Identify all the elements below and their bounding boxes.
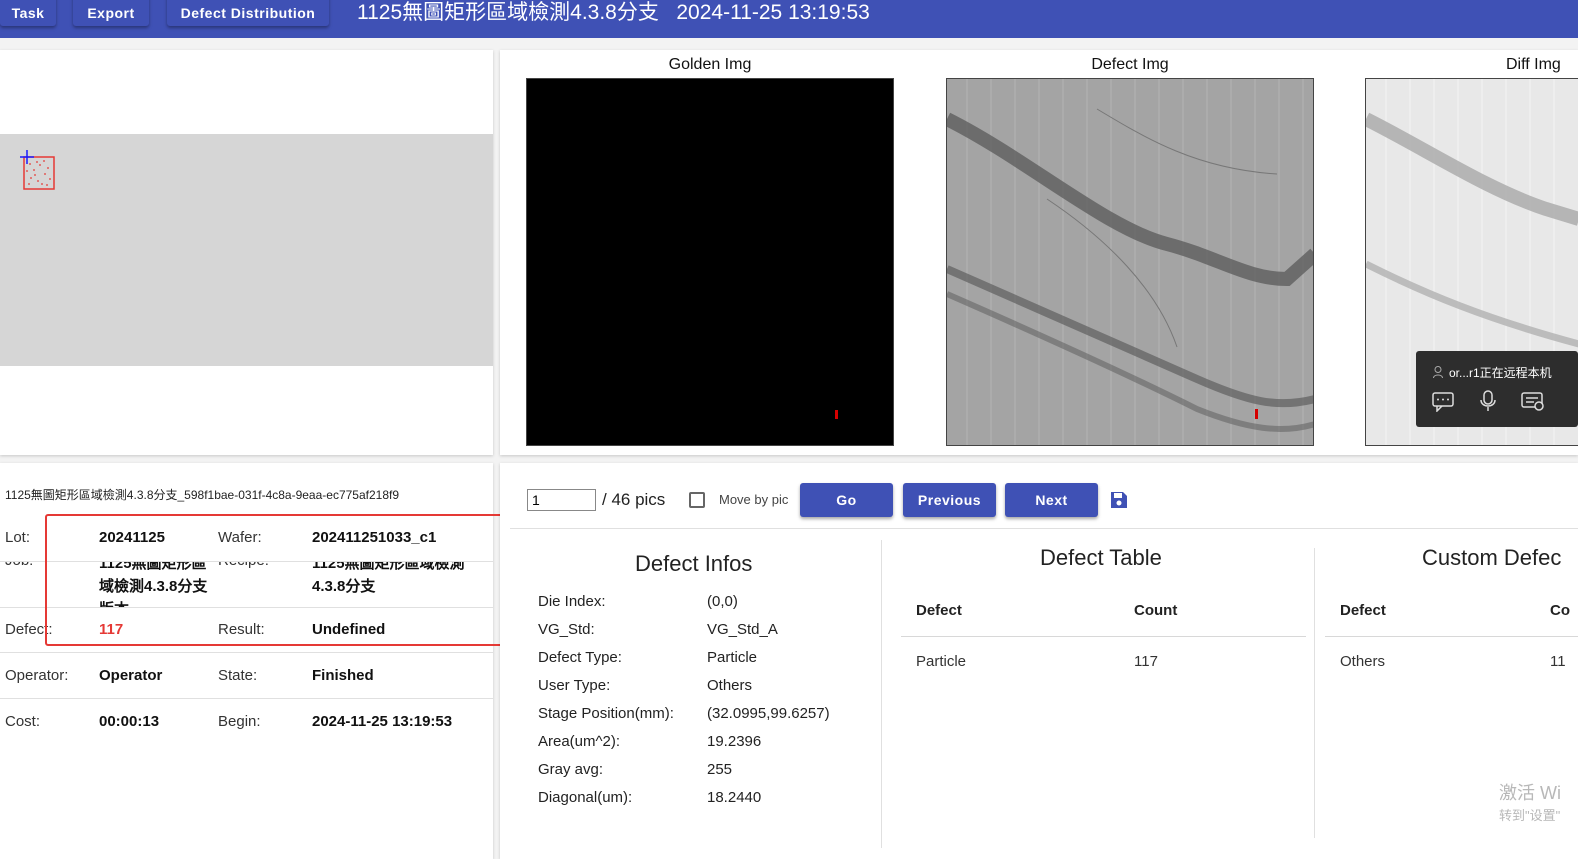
divider <box>0 698 493 699</box>
user-type-label: User Type: <box>538 677 611 694</box>
divider <box>881 540 882 848</box>
defect-infos-title: Defect Infos <box>635 551 753 576</box>
begin-label: Begin: <box>218 713 261 730</box>
diagonal-label: Diagonal(um): <box>538 789 633 806</box>
wafer-map[interactable] <box>0 134 493 366</box>
defect-type-label: Defect Type: <box>538 649 622 666</box>
chat-icon[interactable] <box>1432 392 1454 412</box>
custom-table-row-defect[interactable]: Others <box>1340 653 1385 670</box>
crosshair-icon <box>20 150 34 164</box>
next-button[interactable]: Next <box>1005 483 1098 517</box>
activation-watermark-subtitle: 转到"设置" <box>1499 808 1561 823</box>
operator-label: Operator: <box>5 667 69 684</box>
stage-position-label: Stage Position(mm): <box>538 705 674 722</box>
defect-detail-panel <box>500 463 1578 859</box>
defect-image[interactable] <box>946 78 1314 446</box>
area-value: 19.2396 <box>707 733 762 750</box>
defect-image-texture <box>947 79 1313 445</box>
gray-avg-label: Gray avg: <box>538 761 604 778</box>
previous-button[interactable]: Previous <box>903 483 996 517</box>
defect-table-header-count: Count <box>1134 602 1178 619</box>
die-index-label: Die Index: <box>538 593 606 610</box>
divider <box>1325 636 1578 637</box>
gray-avg-value: 255 <box>707 761 733 778</box>
remote-control-overlay: or...r1正在远程本机 <box>1416 351 1578 427</box>
begin-value: 2024-11-25 13:19:53 <box>312 713 453 730</box>
job-label: Job: <box>5 561 33 569</box>
defect-table-row-count: 117 <box>1134 653 1158 670</box>
golden-img-title: Golden Img <box>668 56 752 73</box>
highlight-box <box>45 514 551 646</box>
golden-image[interactable] <box>526 78 894 446</box>
total-pics-text: / 46 pics <box>602 490 666 509</box>
defect-marker <box>835 410 838 419</box>
defect-distribution-button[interactable]: Defect Distribution <box>167 0 329 26</box>
defect-table-header-defect: Defect <box>916 602 962 619</box>
custom-table-row-count: 11 <box>1550 653 1566 670</box>
divider <box>510 528 1578 529</box>
lot-label: Lot: <box>5 529 31 546</box>
stage-position-value: (32.0995,99.6257) <box>707 705 830 722</box>
defect-table-title: Defect Table <box>1040 545 1162 570</box>
defect-dots <box>26 160 51 186</box>
custom-defect-title: Custom Defec <box>1422 545 1562 570</box>
cost-value: 00:00:13 <box>99 713 160 730</box>
divider <box>901 636 1306 637</box>
divider <box>1314 548 1315 838</box>
defect-type-value: Particle <box>707 649 758 666</box>
remote-desktop-icon[interactable] <box>1521 392 1545 412</box>
top-bar: Task Export Defect Distribution 1125無圖矩形… <box>0 0 1578 38</box>
defect-table-row-defect[interactable]: Particle <box>916 653 966 670</box>
cost-label: Cost: <box>5 713 41 730</box>
task-path: 1125無圖矩形區域檢測4.3.8分支_598f1bae-031f-4c8a-9… <box>5 488 400 502</box>
custom-table-header-count: Co <box>1550 602 1570 619</box>
go-button[interactable]: Go <box>800 483 893 517</box>
state-value: Finished <box>312 667 374 684</box>
diagonal-value: 18.2440 <box>707 789 762 806</box>
divider <box>0 652 493 653</box>
export-button[interactable]: Export <box>73 0 149 26</box>
microphone-icon[interactable] <box>1479 390 1497 412</box>
user-type-value: Others <box>707 677 753 694</box>
page-title: 1125無圖矩形區域檢測4.3.8分支 2024-11-25 13:19:53 <box>357 1 870 24</box>
move-by-pic-label: Move by pic <box>719 492 789 507</box>
move-by-pic-checkbox[interactable] <box>689 492 705 508</box>
vg-std-value: VG_Std_A <box>707 621 778 638</box>
custom-table-header-defect: Defect <box>1340 602 1386 619</box>
defect-img-title: Defect Img <box>1091 56 1169 73</box>
diff-img-title: Diff Img <box>1506 56 1561 73</box>
vg-std-label: VG_Std: <box>538 621 595 638</box>
wafer-map-canvas <box>20 150 55 190</box>
user-icon <box>1433 366 1443 378</box>
operator-value: Operator <box>99 667 163 684</box>
die-index-value: (0,0) <box>707 593 738 610</box>
state-label: State: <box>218 667 258 684</box>
activation-watermark-title: 激活 Wi <box>1499 783 1561 803</box>
page-number-input[interactable] <box>527 489 596 511</box>
save-icon[interactable] <box>1110 491 1128 509</box>
task-button[interactable]: Task <box>0 0 56 26</box>
remote-status-text: or...r1正在远程本机 <box>1449 366 1552 380</box>
area-label: Area(um^2): <box>538 733 621 750</box>
